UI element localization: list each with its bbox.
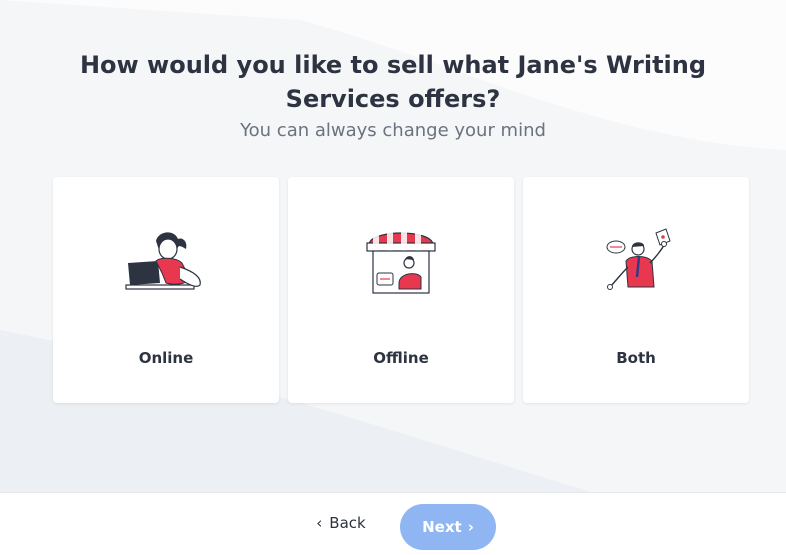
option-card-both[interactable]: Both: [523, 177, 749, 403]
option-card-offline[interactable]: Offline: [288, 177, 514, 403]
man-shopping-illustration: [606, 228, 671, 290]
back-button-label: Back: [329, 514, 366, 532]
page-title: How would you like to sell what Jane's W…: [79, 51, 707, 113]
next-button[interactable]: Next ›: [400, 504, 496, 550]
chevron-right-icon: ›: [467, 517, 474, 536]
page-subtitle: You can always change your mind: [240, 120, 546, 141]
next-button-label: Next: [422, 518, 462, 536]
option-label-offline: Offline: [373, 349, 429, 367]
sell-options: Online Offline Both: [53, 177, 749, 403]
option-card-online[interactable]: Online: [53, 177, 279, 403]
option-label-both: Both: [616, 349, 656, 367]
chevron-left-icon: ‹: [316, 513, 323, 532]
woman-laptop-illustration: [125, 232, 201, 290]
page-header: How would you like to sell what Jane's W…: [0, 48, 786, 141]
storefront-illustration: [366, 231, 436, 294]
option-label-online: Online: [138, 349, 194, 367]
back-button[interactable]: ‹ Back: [305, 508, 377, 538]
footer-bar: ‹ Back Next ›: [0, 492, 786, 555]
